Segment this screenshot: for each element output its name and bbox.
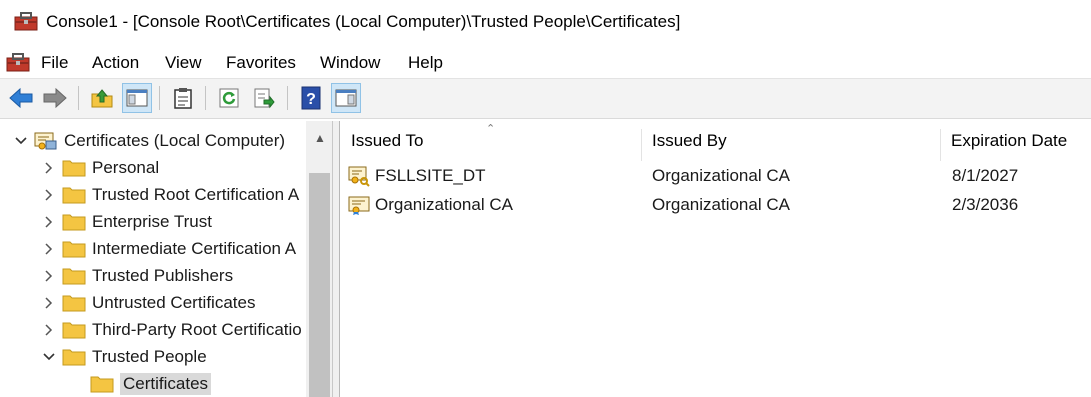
mmc-toolbox-icon (14, 12, 38, 31)
tree-label: Personal (92, 157, 160, 177)
up-one-level-button[interactable] (87, 83, 117, 113)
chevron-right-icon[interactable] (42, 323, 56, 337)
cell-issued-by: Organizational CA (652, 195, 790, 214)
toolbar: ? (0, 79, 1091, 119)
tree-label: Certificates (Local Computer) (64, 130, 286, 150)
show-hide-tree-icon (126, 89, 148, 107)
svg-text:?: ? (306, 91, 316, 108)
column-header-issued-by[interactable]: Issued By (641, 121, 940, 161)
back-button[interactable] (6, 83, 36, 113)
column-header-issued-to[interactable]: Issued To (340, 121, 641, 161)
export-list-button[interactable] (249, 83, 279, 113)
window-title: Console1 - [Console Root\Certificates (L… (46, 12, 681, 31)
chevron-right-icon[interactable] (42, 296, 56, 310)
back-icon (9, 87, 33, 109)
forward-icon (43, 87, 67, 109)
cell-issued-by: Organizational CA (652, 166, 790, 185)
chevron-right-icon[interactable] (42, 242, 56, 256)
tree-item-trusted-publishers[interactable]: Trusted Publishers (42, 262, 233, 289)
toolbar-separator (159, 86, 160, 110)
table-row[interactable]: Organizational CA Organizational CA 2/3/… (340, 191, 1091, 219)
refresh-button[interactable] (214, 83, 244, 113)
folder-icon (62, 241, 86, 257)
tree-label: Intermediate Certification A (92, 238, 297, 258)
tree-label: Trusted People (92, 346, 207, 366)
tree-item-certificates[interactable]: Certificates (90, 370, 212, 397)
menu-action[interactable]: Action (92, 53, 139, 73)
folder-icon (62, 295, 86, 311)
tree-item-trusted-people[interactable]: Trusted People (42, 343, 207, 370)
chevron-right-icon[interactable] (42, 188, 56, 202)
refresh-icon (219, 88, 239, 108)
certificate-key-icon (348, 166, 370, 187)
chevron-right-icon[interactable] (42, 269, 56, 283)
menu-help[interactable]: Help (408, 53, 443, 73)
folder-icon (90, 376, 114, 392)
toolbar-separator (205, 86, 206, 110)
menu-bar: File Action View Favorites Window Help (0, 46, 1091, 79)
tree-item-enterprise-trust[interactable]: Enterprise Trust (42, 208, 212, 235)
help-icon: ? (301, 86, 321, 110)
certificate-icon (348, 196, 370, 215)
forward-button[interactable] (40, 83, 70, 113)
mmc-toolbox-icon[interactable] (6, 51, 30, 73)
folder-icon (62, 214, 86, 230)
certificates-snapin-icon (34, 132, 57, 149)
show-hide-action-pane-button[interactable] (331, 83, 361, 113)
help-button[interactable]: ? (296, 83, 326, 113)
console-tree-pane[interactable]: Certificates (Local Computer) Personal T… (0, 121, 333, 397)
column-header-expiration-date[interactable]: Expiration Date (940, 121, 1091, 161)
tree-item-trusted-root[interactable]: Trusted Root Certification A (42, 181, 299, 208)
show-hide-action-pane-icon (335, 89, 357, 107)
pane-splitter[interactable] (333, 121, 340, 397)
tree-scrollbar[interactable]: ▲ (306, 121, 332, 397)
menu-file[interactable]: File (41, 53, 68, 73)
chevron-right-icon[interactable] (42, 215, 56, 229)
tree-label: Trusted Root Certification A (92, 184, 300, 204)
folder-icon (62, 268, 86, 284)
chevron-down-icon[interactable] (42, 350, 56, 364)
tree-label: Trusted Publishers (92, 265, 234, 285)
tree-label: Untrusted Certificates (92, 292, 256, 312)
title-bar: Console1 - [Console Root\Certificates (L… (0, 0, 1091, 46)
menu-window[interactable]: Window (320, 53, 380, 73)
up-folder-icon (91, 89, 113, 108)
tree-label: Third-Party Root Certificatio (92, 319, 302, 339)
menu-view[interactable]: View (165, 53, 202, 73)
properties-button[interactable] (168, 83, 198, 113)
tree-item-untrusted[interactable]: Untrusted Certificates (42, 289, 255, 316)
cell-expiration: 8/1/2027 (952, 166, 1019, 185)
tree-label: Certificates (120, 372, 212, 395)
show-hide-tree-button[interactable] (122, 83, 152, 113)
chevron-down-icon[interactable] (14, 134, 28, 148)
cell-issued-to: FSLLSITE_DT (375, 166, 486, 185)
folder-icon (62, 187, 86, 203)
folder-icon (62, 322, 86, 338)
menu-favorites[interactable]: Favorites (226, 53, 296, 73)
cell-expiration: 2/3/2036 (952, 195, 1019, 214)
toolbar-separator (287, 86, 288, 110)
results-list-pane[interactable]: ⌃ Issued To Issued By Expiration Date FS… (340, 121, 1091, 397)
toolbar-separator (78, 86, 79, 110)
tree-label: Enterprise Trust (92, 211, 212, 231)
tree-item-certificates-local-computer[interactable]: Certificates (Local Computer) (14, 127, 285, 154)
folder-icon (62, 349, 86, 365)
table-row[interactable]: FSLLSITE_DT Organizational CA 8/1/2027 (340, 162, 1091, 190)
tree-item-personal[interactable]: Personal (42, 154, 159, 181)
tree-item-third-party-root[interactable]: Third-Party Root Certificatio (42, 316, 302, 343)
chevron-right-icon[interactable] (42, 161, 56, 175)
folder-icon (62, 160, 86, 176)
cell-issued-to: Organizational CA (375, 195, 513, 214)
scrollbar-thumb[interactable] (309, 173, 330, 397)
export-list-icon (254, 88, 275, 109)
clipboard-icon (174, 88, 192, 109)
scroll-up-arrow-icon[interactable]: ▲ (314, 131, 326, 145)
tree-item-intermediate[interactable]: Intermediate Certification A (42, 235, 296, 262)
